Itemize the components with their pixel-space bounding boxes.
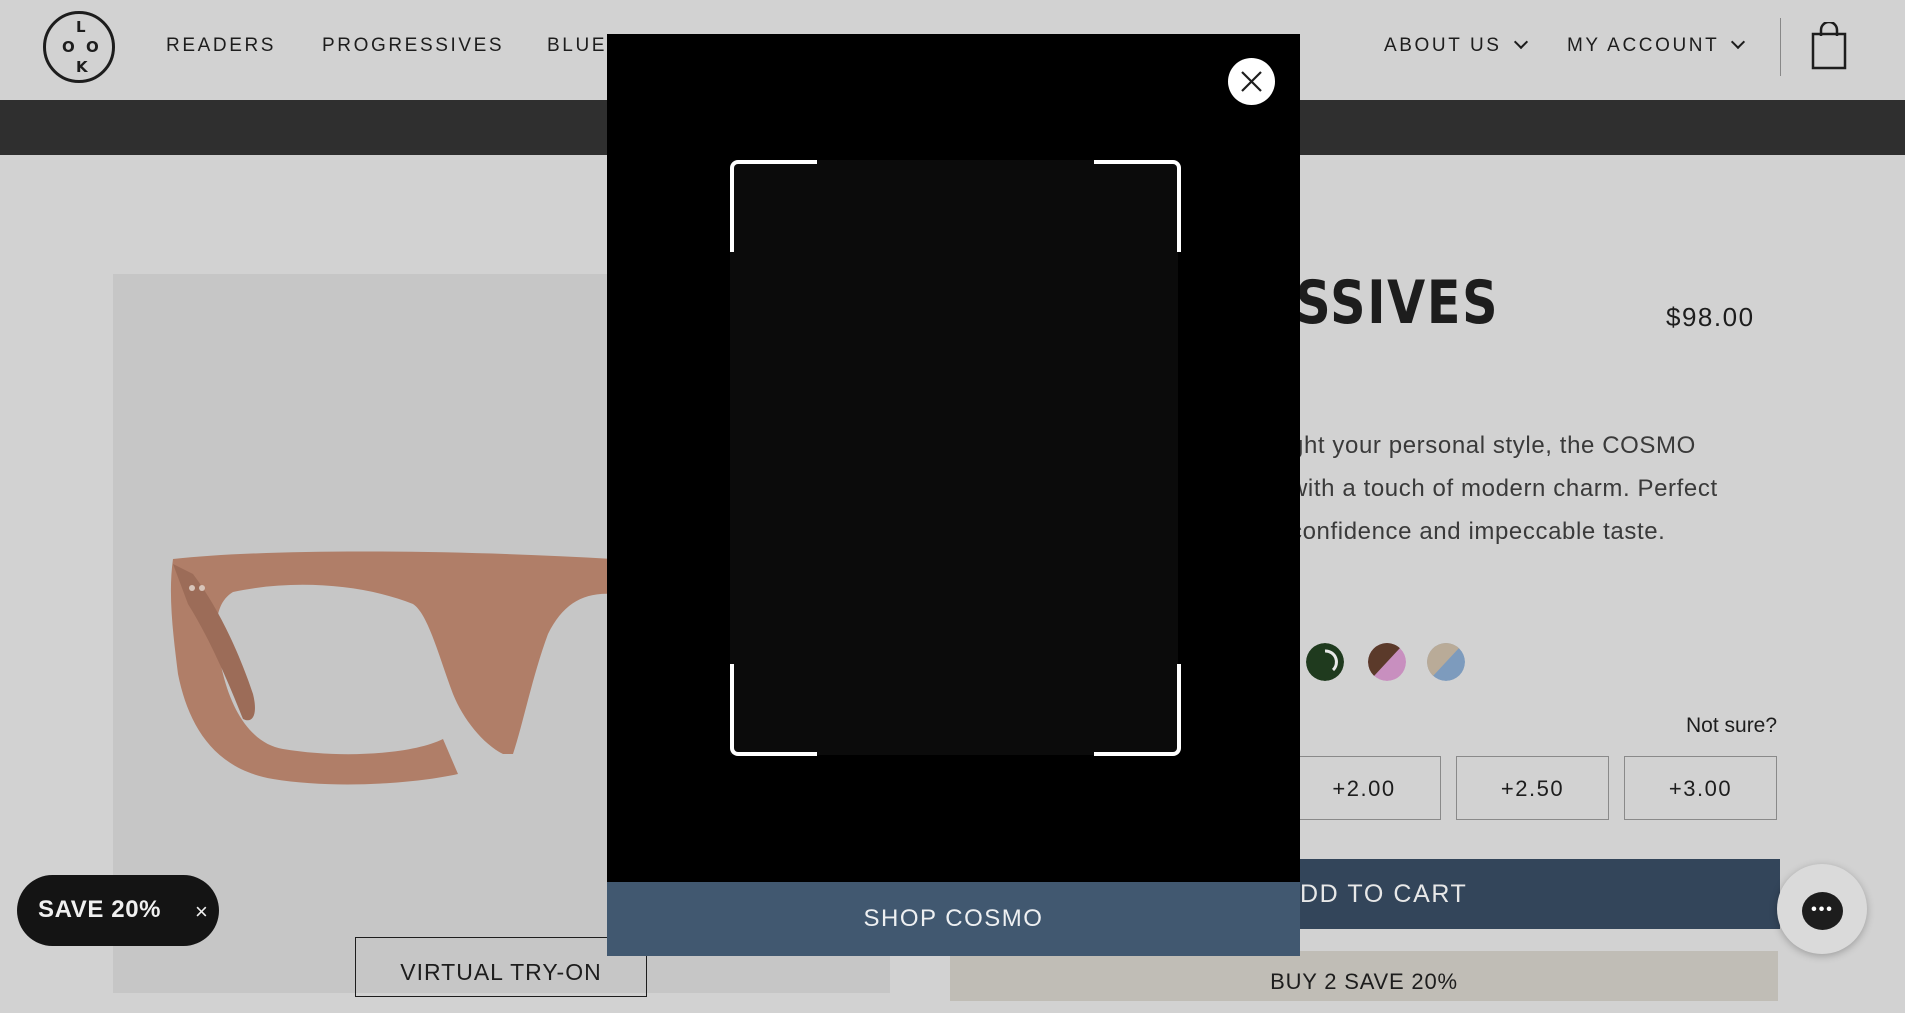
swatch-brown-pink[interactable]	[1368, 643, 1406, 681]
nav-about-us-label: ABOUT US	[1384, 35, 1502, 56]
nav-my-account[interactable]: MY ACCOUNT	[1567, 34, 1746, 57]
chat-bubble-icon: •••	[1802, 892, 1843, 930]
nav-blue-light[interactable]: BLUE	[547, 35, 607, 57]
frame-corner-bottom-right	[1094, 664, 1181, 756]
add-to-cart-label: DD TO CART	[1300, 880, 1468, 908]
virtual-try-on-button[interactable]: VIRTUAL TRY-ON	[355, 937, 647, 997]
close-icon[interactable]: ×	[195, 899, 208, 925]
shop-cosmo-button[interactable]: SHOP COSMO	[607, 882, 1300, 956]
save-20-label: SAVE 20%	[38, 896, 162, 923]
power-option-3-00[interactable]: +3.00	[1624, 756, 1777, 820]
swatch-dark-green[interactable]	[1306, 643, 1344, 681]
nav-progressives[interactable]: PROGRESSIVES	[322, 35, 504, 57]
power-option-2-00[interactable]: +2.00	[1287, 756, 1441, 820]
brand-logo[interactable]: L O O K	[43, 11, 115, 83]
logo-letter-o1: O	[62, 38, 75, 56]
logo-letter-l: L	[76, 18, 86, 36]
swatch-tan-blue[interactable]	[1427, 643, 1465, 681]
frame-corner-bottom-left	[730, 664, 817, 756]
description-line: ght your personal style, the COSMO	[1290, 432, 1696, 459]
description-line: confidence and impeccable taste.	[1290, 518, 1666, 545]
frame-corner-top-left	[730, 160, 817, 252]
nav-my-account-label: MY ACCOUNT	[1567, 35, 1720, 56]
save-20-pill[interactable]: SAVE 20% ×	[17, 875, 219, 946]
not-sure-link[interactable]: Not sure?	[1686, 714, 1777, 738]
chevron-down-icon	[1513, 34, 1528, 50]
chevron-down-icon	[1731, 34, 1746, 50]
header-divider	[1780, 18, 1781, 76]
power-option-2-50[interactable]: +2.50	[1456, 756, 1609, 820]
promo-buy-2-banner[interactable]: BUY 2 SAVE 20%	[950, 951, 1778, 1001]
logo-letter-k: K	[76, 58, 88, 76]
description-line: with a touch of modern charm. Perfect	[1290, 475, 1718, 502]
nav-readers[interactable]: READERS	[166, 35, 276, 57]
nav-about-us[interactable]: ABOUT US	[1384, 34, 1528, 57]
product-price: $98.00	[1666, 302, 1755, 332]
shopping-bag-icon[interactable]	[1811, 22, 1847, 70]
add-to-cart-button[interactable]: DD TO CART	[1260, 859, 1780, 929]
logo-letter-o2: O	[86, 38, 99, 56]
frame-corner-top-right	[1094, 160, 1181, 252]
chat-button[interactable]: •••	[1777, 864, 1867, 954]
product-description: ght your personal style, the COSMO with …	[1290, 424, 1780, 553]
close-icon[interactable]	[1228, 58, 1275, 105]
